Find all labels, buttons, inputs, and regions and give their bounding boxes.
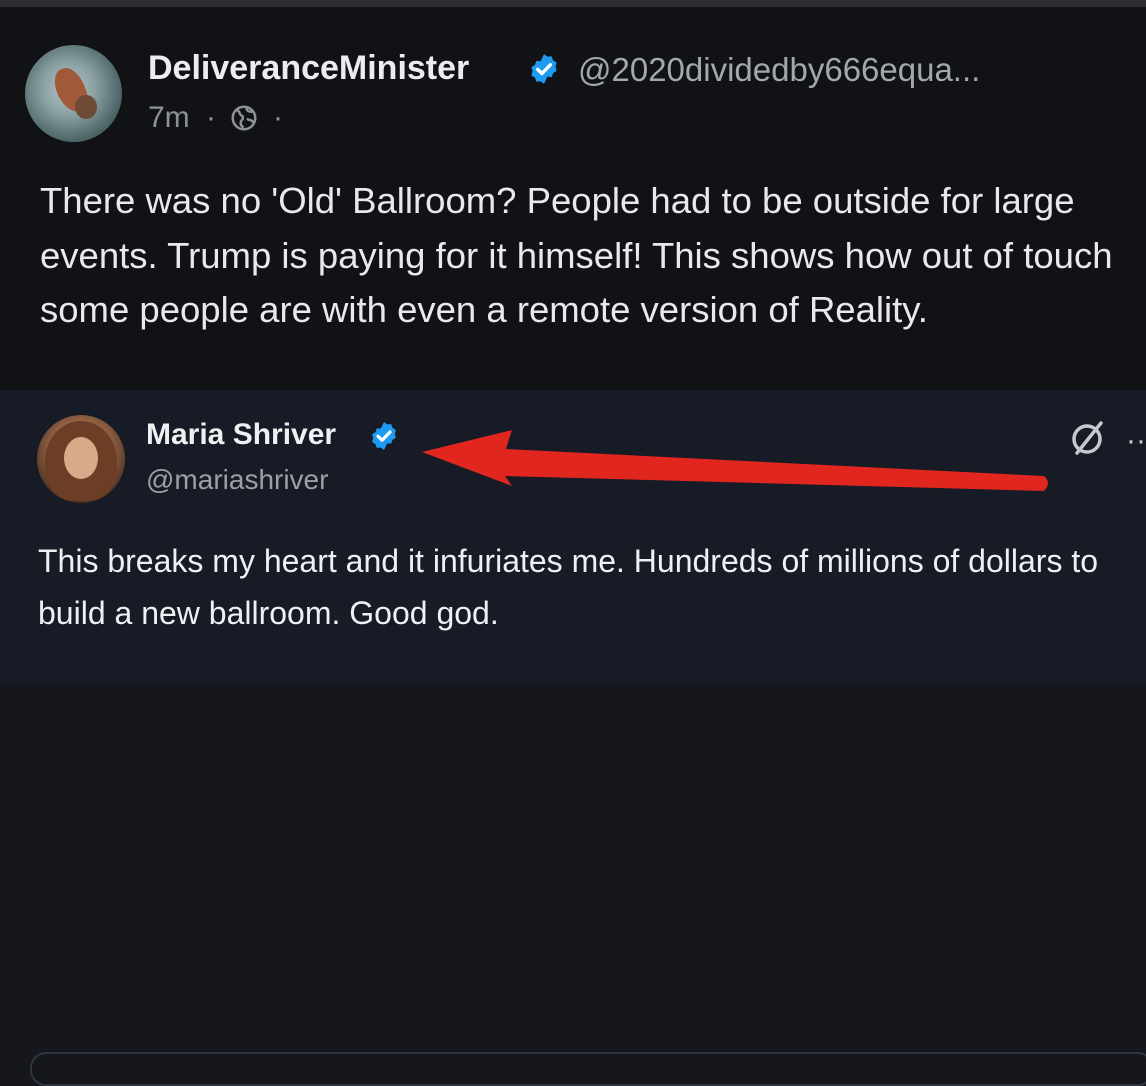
quoted-card-edge bbox=[30, 1052, 1146, 1086]
red-arrow-annotation bbox=[422, 430, 1048, 491]
